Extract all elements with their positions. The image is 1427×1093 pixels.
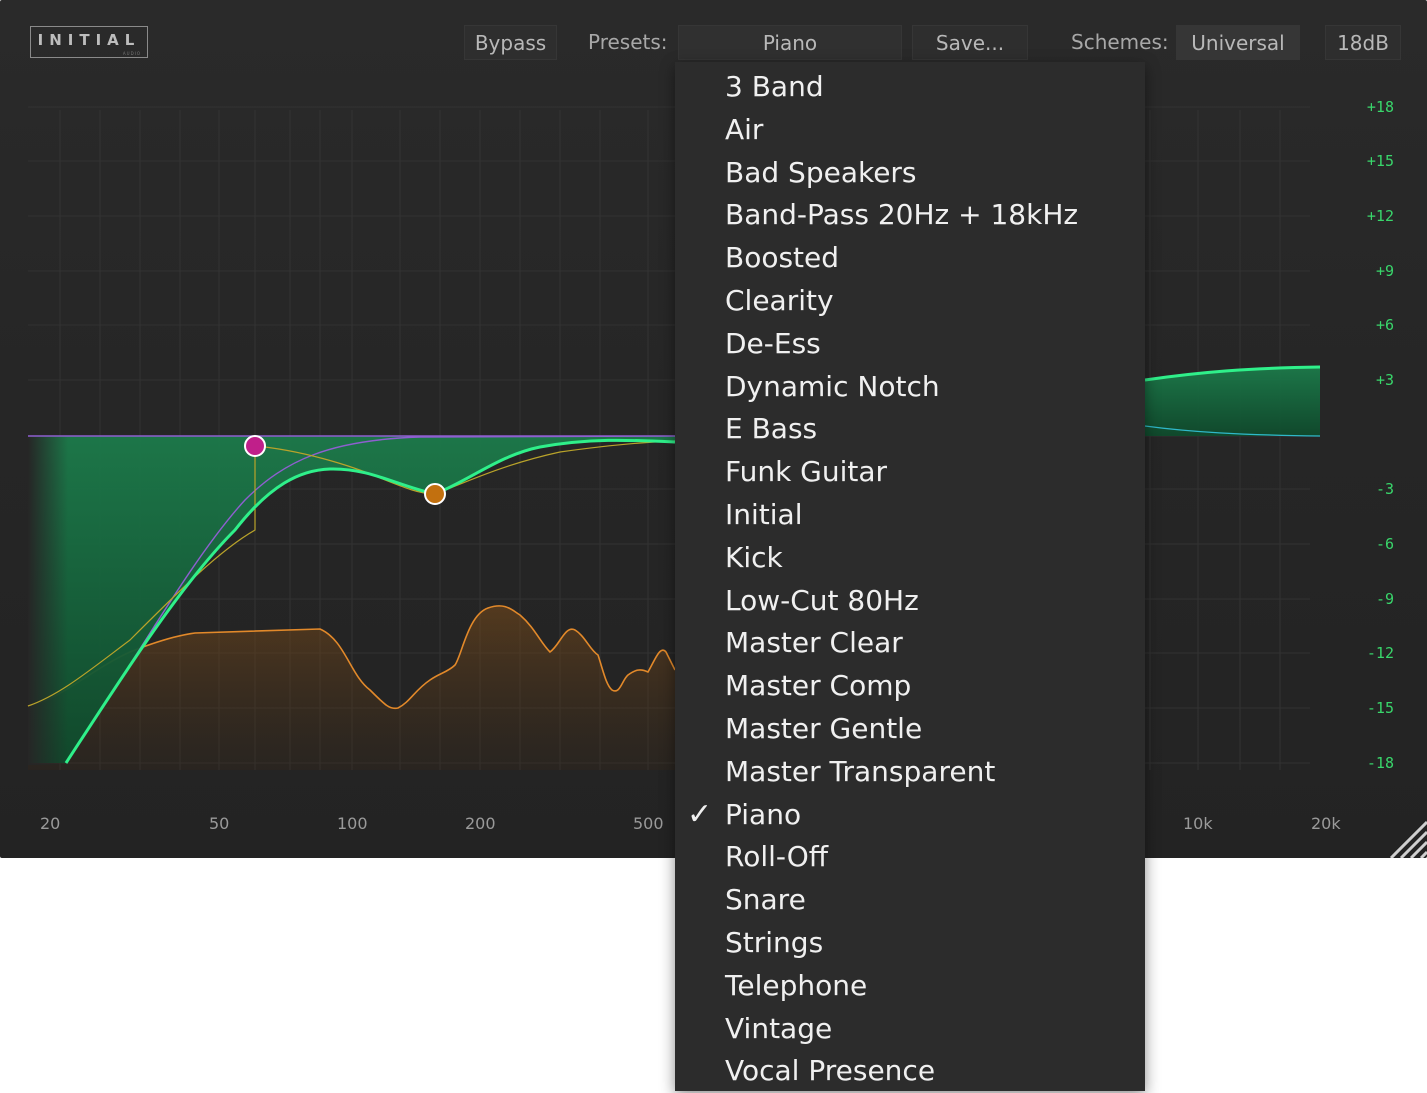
preset-dropdown[interactable]: Piano xyxy=(678,25,902,60)
save-button[interactable]: Save... xyxy=(912,25,1028,60)
preset-menu-item-label: Master Clear xyxy=(725,626,903,660)
preset-menu-item-label: Vocal Presence xyxy=(725,1054,936,1088)
preset-menu-item-label: Bad Speakers xyxy=(725,155,917,189)
preset-menu-item[interactable]: Master Clear xyxy=(675,622,1145,664)
preset-menu-item[interactable]: Initial xyxy=(675,494,1145,536)
preset-menu-item[interactable]: Air xyxy=(675,109,1145,151)
preset-menu-item-label: Initial xyxy=(725,498,803,531)
preset-menu: 3 Band Air Bad Speakers Band-Pass 20Hz + 18… xyxy=(675,62,1145,1091)
resize-grip-icon[interactable] xyxy=(1387,818,1427,858)
band-1-handle[interactable] xyxy=(244,435,266,457)
presets-label: Presets: xyxy=(588,30,668,54)
frequency-label: 200 xyxy=(465,814,496,833)
preset-menu-item[interactable]: Band-Pass 20Hz + 18kHz xyxy=(675,194,1145,236)
range-button[interactable]: 18dB xyxy=(1325,25,1401,60)
scheme-dropdown[interactable]: Universal xyxy=(1176,25,1300,60)
preset-menu-item-label: Air xyxy=(725,112,764,146)
preset-menu-item-label: Boosted xyxy=(725,241,840,275)
preset-menu-item[interactable]: De-Ess xyxy=(675,323,1145,365)
preset-menu-item[interactable]: Telephone xyxy=(675,965,1145,1007)
preset-menu-item[interactable]: Snare xyxy=(675,879,1145,921)
preset-menu-item-label: Dynamic Notch xyxy=(725,369,940,403)
preset-menu-item-label: E Bass xyxy=(725,412,818,446)
preset-menu-item-label: Vintage xyxy=(725,1011,833,1045)
preset-menu-item-label: Snare xyxy=(725,883,806,917)
preset-menu-item[interactable]: Vocal Presence xyxy=(675,1050,1145,1092)
preset-menu-item-label: Kick xyxy=(725,540,783,574)
frequency-label: 10k xyxy=(1183,814,1213,833)
preset-menu-item-label: 3 Band xyxy=(725,70,824,103)
db-scale-label: +15 xyxy=(1366,152,1394,170)
frequency-label: 20 xyxy=(40,814,61,833)
initial-audio-logo: INITIAL AUDIO xyxy=(30,26,148,58)
left-edge-fade xyxy=(28,435,68,765)
preset-menu-item[interactable]: Low-Cut 80Hz xyxy=(675,580,1145,622)
preset-menu-item-label: De-Ess xyxy=(725,326,821,360)
preset-menu-item[interactable]: E Bass xyxy=(675,408,1145,450)
preset-menu-item-label: Master Transparent xyxy=(725,754,996,788)
preset-menu-item[interactable]: Boosted xyxy=(675,237,1145,279)
logo-text: INITIAL xyxy=(37,31,141,49)
preset-menu-item[interactable]: ✓ Piano xyxy=(675,794,1145,836)
preset-menu-item-label: Funk Guitar xyxy=(725,455,888,489)
db-scale-label: -3 xyxy=(1375,480,1394,498)
db-scale-label: -6 xyxy=(1375,535,1394,553)
preset-menu-item-label: Master Gentle xyxy=(725,712,923,745)
checkmark-icon: ✓ xyxy=(687,796,713,832)
logo-subtext: AUDIO xyxy=(122,51,141,56)
bypass-button[interactable]: Bypass xyxy=(464,25,557,60)
preset-menu-item[interactable]: Bad Speakers xyxy=(675,152,1145,194)
db-scale-label: -18 xyxy=(1366,754,1394,772)
band-2-handle[interactable] xyxy=(424,483,446,505)
preset-menu-item[interactable]: Vintage xyxy=(675,1008,1145,1050)
schemes-label: Schemes: xyxy=(1071,30,1169,54)
preset-menu-item[interactable]: Master Transparent xyxy=(675,751,1145,793)
preset-menu-item[interactable]: Dynamic Notch xyxy=(675,366,1145,408)
preset-menu-item[interactable]: Funk Guitar xyxy=(675,451,1145,493)
frequency-label: 50 xyxy=(209,814,230,833)
preset-menu-item[interactable]: Master Comp xyxy=(675,665,1145,707)
preset-menu-item-label: Strings xyxy=(725,926,824,959)
preset-menu-item[interactable]: Master Gentle xyxy=(675,708,1145,750)
db-scale-label: -15 xyxy=(1366,699,1394,717)
db-scale-label: +9 xyxy=(1375,262,1394,280)
preset-menu-item-label: Master Comp xyxy=(725,669,912,703)
preset-menu-item-label: Piano xyxy=(725,797,802,831)
db-scale-label: +6 xyxy=(1375,316,1394,334)
frequency-label: 100 xyxy=(337,814,368,833)
frequency-label: 20k xyxy=(1311,814,1341,833)
preset-menu-item[interactable]: Strings xyxy=(675,922,1145,964)
db-scale-label: +18 xyxy=(1366,98,1394,116)
preset-menu-item[interactable]: Roll-Off xyxy=(675,836,1145,878)
preset-menu-item-label: Roll-Off xyxy=(725,840,829,874)
db-scale-label: -9 xyxy=(1375,590,1394,608)
preset-menu-item-label: Telephone xyxy=(725,968,868,1002)
preset-menu-item[interactable]: Clearity xyxy=(675,280,1145,322)
db-scale-label: +3 xyxy=(1375,371,1394,389)
frequency-label: 500 xyxy=(633,814,664,833)
preset-menu-item[interactable]: Kick xyxy=(675,537,1145,579)
preset-menu-item-label: Clearity xyxy=(725,284,834,317)
preset-menu-item-label: Low-Cut 80Hz xyxy=(725,583,919,617)
preset-menu-item[interactable]: 3 Band xyxy=(675,66,1145,108)
db-scale-label: +12 xyxy=(1366,207,1394,225)
preset-menu-item-label: Band-Pass 20Hz + 18kHz xyxy=(725,198,1079,232)
db-scale-label: -12 xyxy=(1366,644,1394,662)
